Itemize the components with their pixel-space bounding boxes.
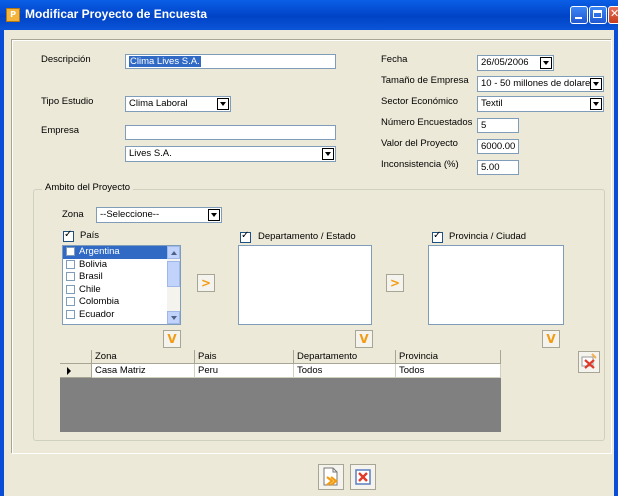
cell-departamento[interactable]: Todos [294, 364, 396, 378]
zona-select[interactable]: --Seleccione-- [96, 207, 222, 223]
item-checkbox[interactable] [66, 247, 75, 256]
tamano-label: Tamaño de Empresa [381, 75, 469, 86]
empresa-select[interactable]: Lives S.A. [125, 146, 336, 162]
provincia-label: Provincia / Ciudad [449, 231, 527, 242]
item-checkbox[interactable] [66, 272, 75, 281]
chevron-down-icon[interactable] [217, 98, 229, 110]
sector-label: Sector Económico [381, 96, 459, 107]
cell-provincia[interactable]: Todos [396, 364, 501, 378]
descripcion-input[interactable]: Clima Lives S.A. [125, 54, 336, 69]
provincia-checkbox[interactable] [432, 230, 443, 243]
inconsistencia-input[interactable]: 5.00 [477, 160, 519, 175]
descripcion-label: Descripción [41, 54, 91, 65]
tamano-value: 10 - 50 millones de dolare [481, 78, 591, 89]
list-item[interactable]: Bolivia [63, 259, 180, 272]
chevron-down-icon[interactable] [590, 98, 602, 110]
descripcion-value: Clima Lives S.A. [129, 56, 201, 67]
pais-checkbox[interactable] [63, 229, 74, 242]
table-row[interactable]: Casa Matriz Peru Todos Todos [60, 364, 501, 378]
list-item-label: Colombia [79, 296, 120, 307]
close-button[interactable] [608, 6, 618, 24]
zona-value: --Seleccione-- [100, 209, 160, 220]
empresa-value: Lives S.A. [129, 148, 172, 159]
valor-label: Valor del Proyecto [381, 138, 458, 149]
ambito-grid[interactable]: Zona Pais Departamento Provincia Casa Ma… [60, 350, 501, 432]
list-item[interactable]: Colombia [63, 296, 180, 309]
list-item[interactable]: Argentina [63, 246, 180, 259]
valor-input[interactable]: 6000.00 [477, 139, 519, 154]
ambito-title: Ambito del Proyecto [42, 182, 134, 193]
empresa-label: Empresa [41, 125, 80, 136]
item-checkbox[interactable] [66, 309, 75, 319]
save-button[interactable] [318, 464, 344, 490]
tipo-estudio-label: Tipo Estudio [41, 96, 94, 107]
grid-header: Zona Pais Departamento Provincia [60, 350, 501, 364]
zona-label: Zona [62, 209, 84, 220]
scroll-up-icon[interactable] [167, 246, 180, 259]
chevron-down-icon[interactable] [208, 209, 220, 221]
column-header[interactable]: Zona [92, 350, 195, 364]
list-item[interactable]: Chile [63, 284, 180, 297]
add-departamento-button[interactable]: > [197, 274, 215, 292]
list-item[interactable]: Ecuador [63, 309, 180, 322]
column-header[interactable]: Pais [195, 350, 294, 364]
fecha-value: 26/05/2006 [481, 57, 529, 68]
chevron-down-icon[interactable] [322, 148, 334, 160]
fecha-picker[interactable]: 26/05/2006 [477, 55, 554, 71]
pais-listbox[interactable]: Argentina Bolivia Brasil Chile Colombia … [62, 245, 181, 325]
cancel-button[interactable] [350, 464, 376, 490]
tipo-estudio-value: Clima Laboral [129, 98, 188, 109]
title-bar[interactable]: P Modificar Proyecto de Encuesta [0, 0, 618, 30]
cell-pais[interactable]: Peru [195, 364, 294, 378]
departamento-label: Departamento / Estado [258, 231, 356, 242]
tamano-select[interactable]: 10 - 50 millones de dolare [477, 76, 604, 92]
window-title: Modificar Proyecto de Encuesta [25, 7, 208, 21]
column-header[interactable]: Departamento [294, 350, 396, 364]
departamento-listbox[interactable] [238, 245, 372, 325]
cancel-icon [355, 469, 371, 485]
sector-select[interactable]: Textil [477, 96, 604, 112]
departamento-down-button[interactable]: V [355, 330, 373, 348]
item-checkbox[interactable] [66, 259, 75, 269]
item-checkbox[interactable] [66, 284, 75, 294]
cell-zona[interactable]: Casa Matriz [92, 364, 195, 378]
save-document-icon [323, 467, 338, 486]
tipo-estudio-select[interactable]: Clima Laboral [125, 96, 231, 112]
delete-row-button[interactable] [578, 351, 600, 373]
num-encuestados-input[interactable]: 5 [477, 118, 519, 133]
chevron-down-icon[interactable] [540, 57, 552, 69]
inconsistencia-label: Inconsistencia (%) [381, 159, 459, 170]
list-item-label: Bolivia [79, 258, 107, 270]
empresa-search-input[interactable] [125, 125, 336, 140]
num-encuestados-label: Número Encuestados [381, 117, 473, 128]
row-pointer-icon[interactable] [60, 364, 92, 378]
app-icon: P [6, 8, 20, 22]
list-item-label: Chile [79, 283, 101, 295]
scroll-down-icon[interactable] [167, 311, 180, 324]
list-item-label: Brasil [79, 271, 103, 282]
add-provincia-button[interactable]: > [386, 274, 404, 292]
grid-corner [60, 350, 92, 364]
window-border-right [614, 30, 618, 496]
fecha-label: Fecha [381, 54, 408, 65]
maximize-button[interactable] [589, 6, 607, 24]
item-checkbox[interactable] [66, 297, 75, 306]
departamento-checkbox[interactable] [240, 230, 251, 243]
sector-value: Textil [481, 98, 503, 109]
pais-scrollbar[interactable] [167, 246, 180, 324]
chevron-down-icon[interactable] [590, 78, 602, 90]
delete-row-icon [581, 353, 597, 369]
pais-down-button[interactable]: V [163, 330, 181, 348]
pais-label: País [80, 230, 100, 241]
list-item[interactable]: Brasil [63, 271, 180, 284]
column-header[interactable]: Provincia [396, 350, 501, 364]
dialog-window: P Modificar Proyecto de Encuesta Descrip… [0, 0, 618, 496]
minimize-button[interactable] [570, 6, 588, 24]
window-border-left [0, 30, 4, 496]
list-item-label: Ecuador [79, 308, 115, 320]
provincia-listbox[interactable] [428, 245, 564, 325]
provincia-down-button[interactable]: V [542, 330, 560, 348]
list-item-label: Argentina [79, 246, 120, 257]
scroll-thumb[interactable] [167, 261, 180, 287]
